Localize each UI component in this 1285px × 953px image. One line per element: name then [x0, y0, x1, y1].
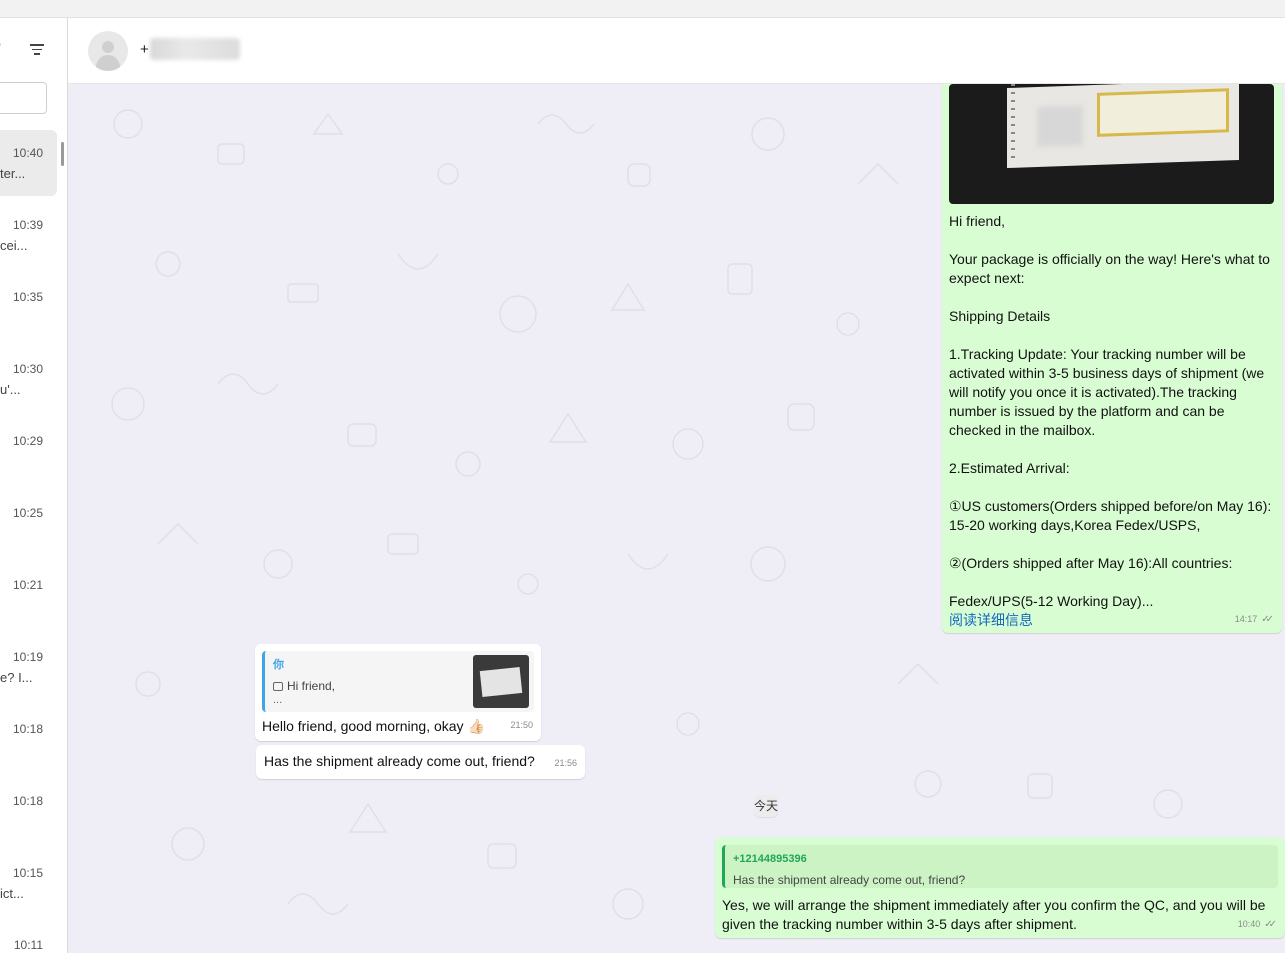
chat-time: 10:35 [12, 290, 43, 304]
chat-list-item[interactable]: 10:18 [0, 778, 57, 844]
quoted-message[interactable]: +12144895396 Has the shipment already co… [722, 845, 1278, 888]
chat-snippet: e? I... [0, 670, 33, 685]
back-arrow-icon[interactable]: ’ [0, 40, 1, 56]
chat-list-item[interactable]: 10:21 [0, 562, 57, 628]
chat-list-item[interactable]: 10:30 u'... [0, 346, 57, 412]
quote-text: Has the shipment already come out, frien… [733, 873, 966, 887]
chat-list-item[interactable]: 10:39 cei... [0, 202, 57, 268]
incoming-message-reply[interactable]: 你 Hi friend, ... Hello friend, good morn… [255, 644, 541, 741]
message-text: Hi friend, Your package is officially on… [949, 213, 1272, 609]
chat-snippet: u'... [0, 382, 21, 397]
message-area: Hi friend, Your package is officially on… [68, 84, 1285, 953]
message-time: 10:40 [1237, 919, 1261, 929]
quote-author: +12144895396 [733, 853, 807, 865]
contact-name[interactable]: + [140, 41, 149, 58]
chat-snippet: cei... [0, 238, 28, 253]
message-meta: 21:56 [554, 754, 577, 773]
chat-time: 10:18 [12, 794, 43, 808]
avatar[interactable] [88, 31, 128, 71]
sidebar-scrollbar[interactable] [61, 142, 64, 166]
chat-list-item[interactable]: 10:15 ict... [0, 850, 57, 916]
chat-list-item[interactable]: 10:25 [0, 490, 57, 556]
window-top-bar [0, 0, 1285, 18]
chat-time: 10:29 [12, 434, 43, 448]
message-time: 21:50 [510, 720, 533, 730]
quoted-message[interactable]: 你 Hi friend, ... [262, 651, 534, 712]
chat-list-item[interactable]: 10:11 [0, 922, 57, 953]
chat-time: 10:25 [12, 506, 43, 520]
chat-time: 10:11 [13, 938, 43, 952]
read-more-link[interactable]: 阅读详细信息 [949, 611, 1275, 630]
message-meta: 14:17 ✓✓ [1235, 610, 1274, 629]
date-divider: 今天 [754, 795, 778, 817]
incoming-message-question[interactable]: Has the shipment already come out, frien… [256, 745, 585, 779]
quote-thumbnail [473, 655, 529, 708]
message-meta: 10:40 ✓✓ [1238, 915, 1277, 934]
filter-icon[interactable] [30, 44, 44, 56]
shipping-label-photo[interactable] [949, 84, 1274, 204]
message-text: Hello friend, good morning, okay 👍🏻 [262, 718, 485, 734]
redacted-name [150, 38, 240, 60]
image-icon [273, 682, 283, 691]
chat-list-item[interactable]: 10:35 [0, 274, 57, 340]
message-text: Yes, we will arrange the shipment immedi… [722, 897, 1266, 932]
chat-time: 10:18 [12, 722, 43, 736]
read-ticks-icon: ✓✓ [1261, 614, 1274, 625]
chat-time: 10:21 [12, 578, 43, 592]
message-meta: 21:50 [510, 716, 533, 735]
message-time: 14:17 [1234, 614, 1258, 624]
message-time: 21:56 [554, 758, 577, 768]
quote-text: Hi friend, [287, 679, 336, 693]
chat-list-item[interactable]: 10:29 [0, 418, 57, 484]
read-ticks-icon: ✓✓ [1264, 919, 1277, 930]
chat-time: 10:40 [12, 146, 43, 160]
chat-list-item[interactable]: 10:18 [0, 706, 57, 772]
outgoing-message-package[interactable]: Hi friend, Your package is officially on… [942, 84, 1282, 633]
chat-snippet: ter... [0, 166, 26, 181]
chat-time: 10:19 [12, 650, 43, 664]
chat-header: + [68, 18, 1285, 84]
chat-list-item[interactable]: 10:19 e? I... [0, 634, 57, 700]
chat-snippet: ict... [0, 886, 24, 901]
search-input[interactable] [0, 82, 47, 114]
chat-list-item[interactable]: 10:40 ter... [0, 130, 57, 196]
chat-time: 10:39 [12, 218, 43, 232]
message-text: Has the shipment already come out, frien… [264, 753, 535, 769]
chat-time: 10:30 [12, 362, 43, 376]
outgoing-message-answer[interactable]: +12144895396 Has the shipment already co… [715, 837, 1285, 938]
chat-list-sidebar: ’ 10:40 ter... 10:39 cei... 10:35 10:30 … [0, 18, 68, 953]
chat-time: 10:15 [12, 866, 43, 880]
